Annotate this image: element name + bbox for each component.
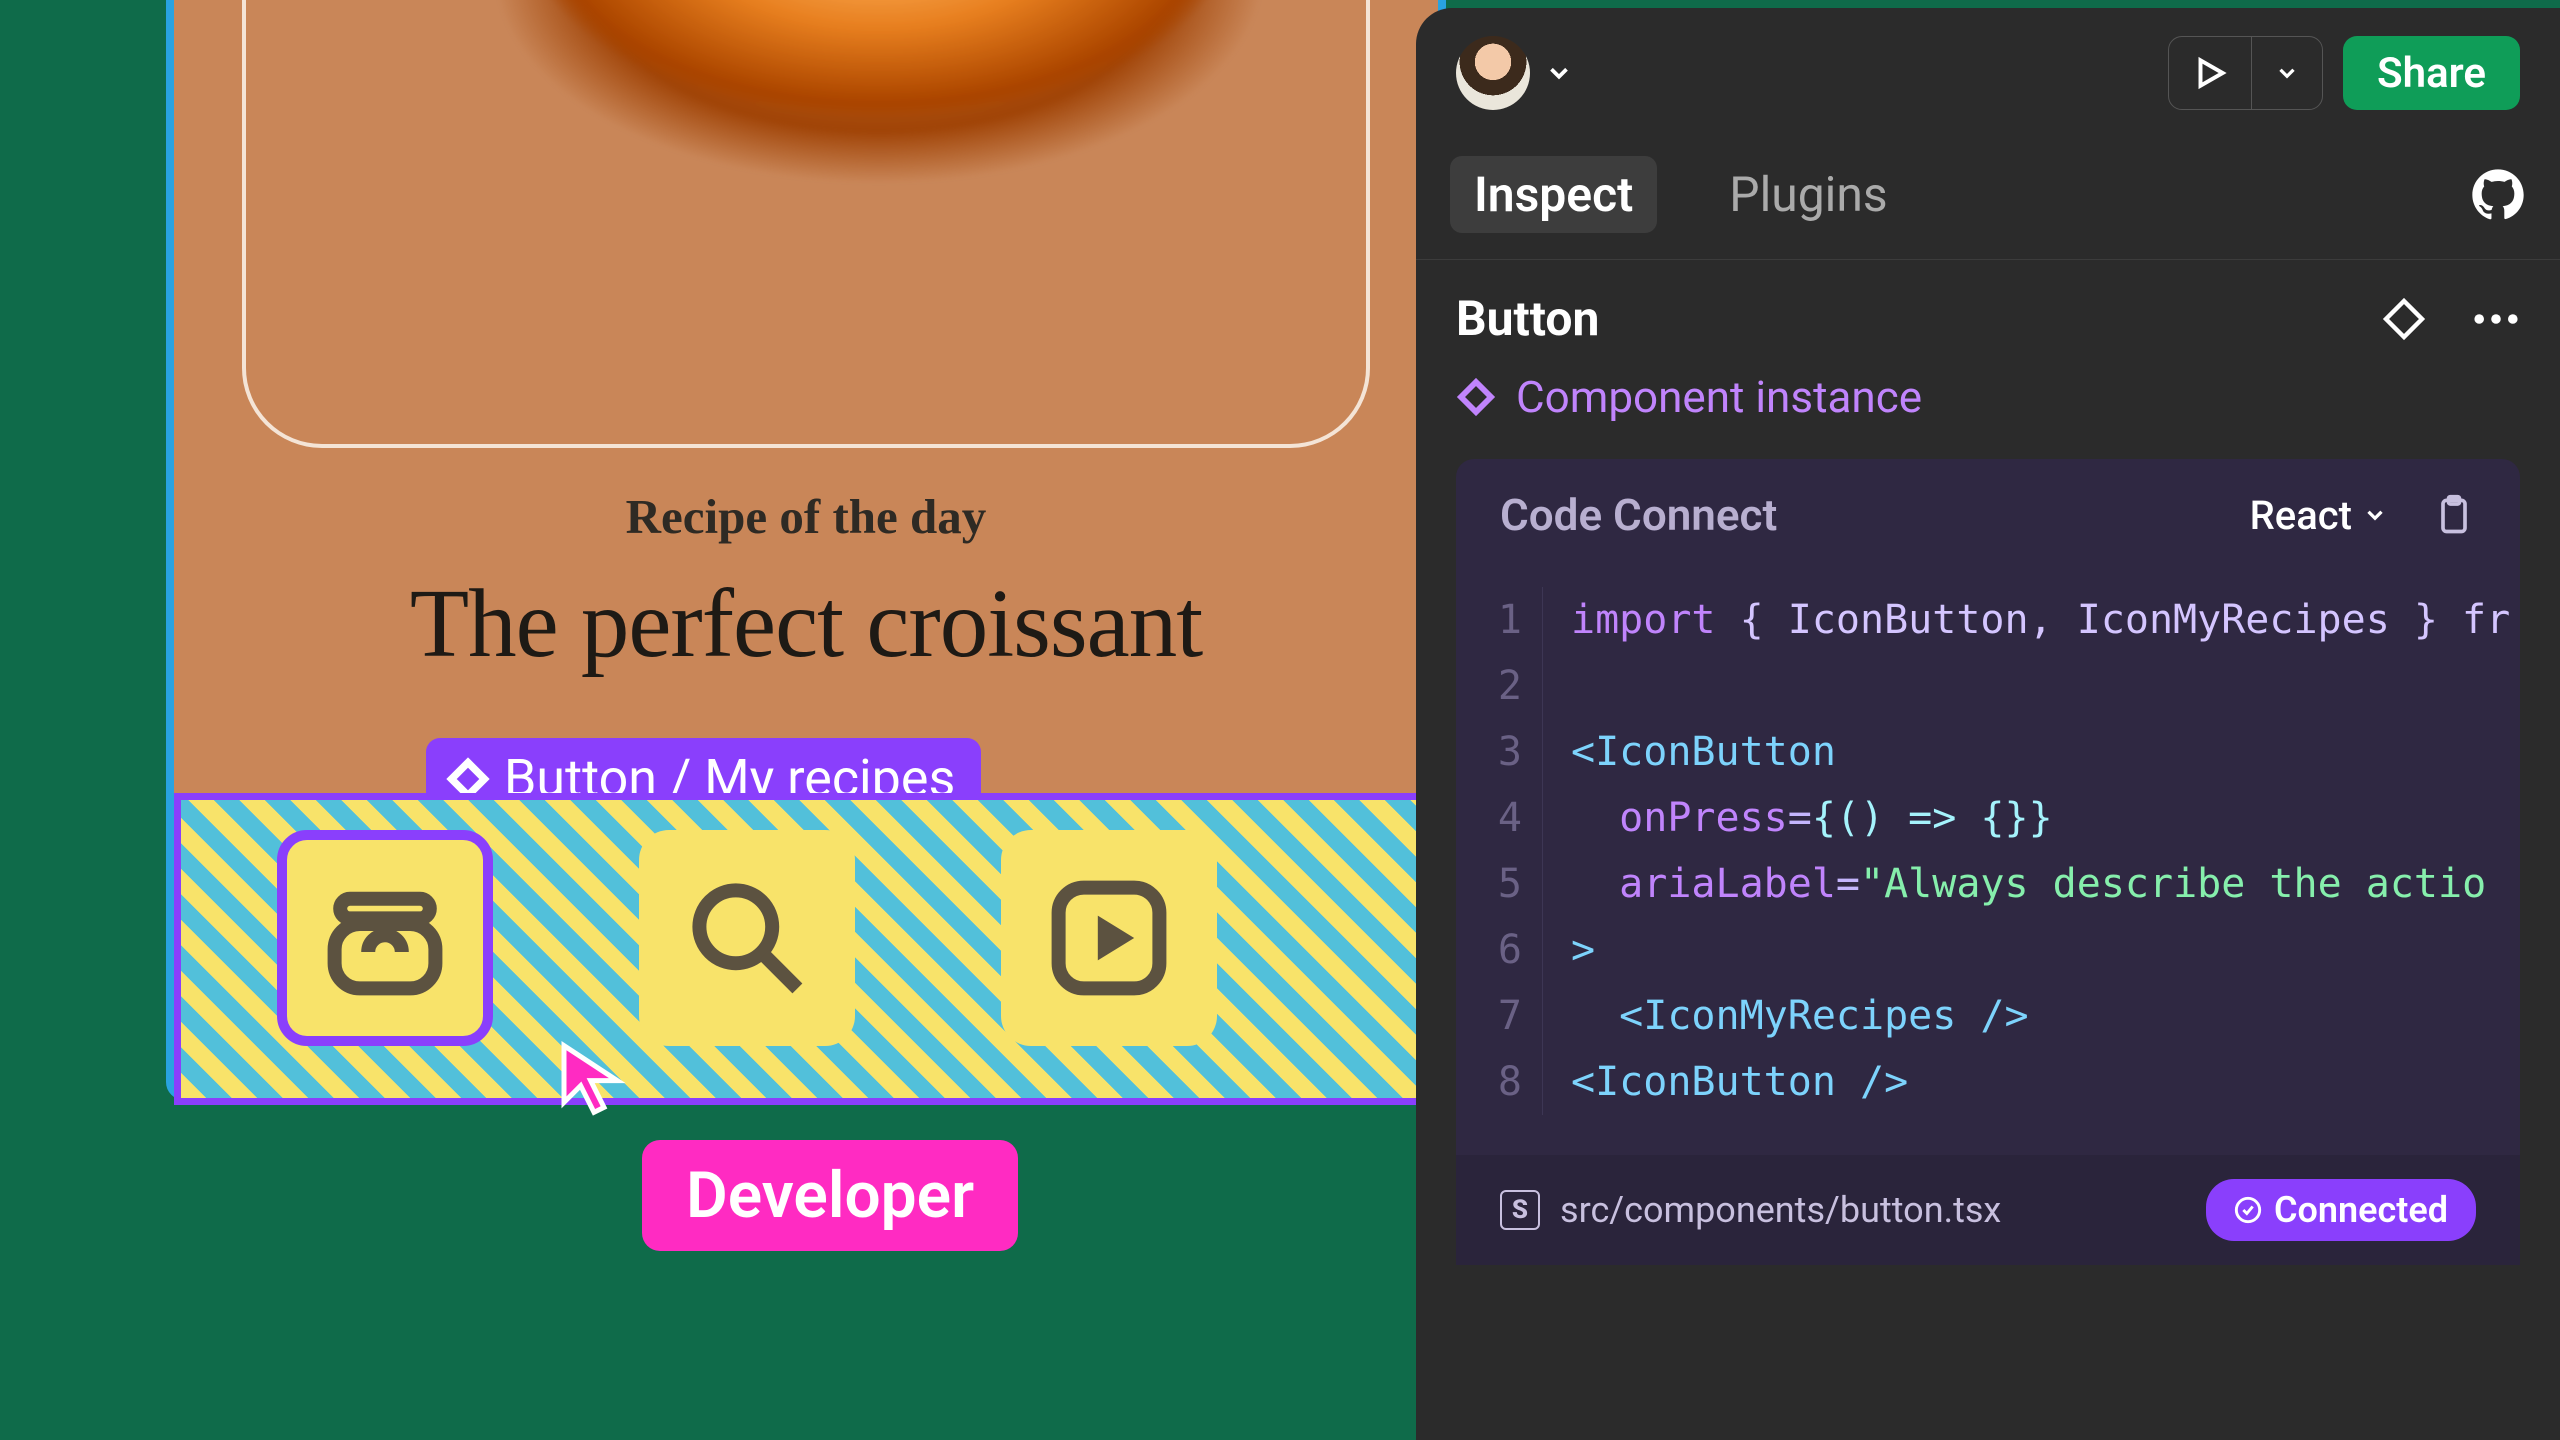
hero-card-border	[242, 0, 1370, 448]
github-icon[interactable]	[2470, 167, 2526, 223]
open-component-icon[interactable]	[2380, 295, 2428, 343]
connected-label: Connected	[2274, 1189, 2448, 1231]
more-icon[interactable]	[2472, 309, 2520, 329]
inspect-panel: Share Inspect Plugins Button Component i…	[1416, 8, 2560, 1440]
storybook-icon: S	[1500, 1190, 1540, 1230]
run-options-button[interactable]	[2251, 37, 2322, 109]
run-button-group	[2168, 36, 2323, 110]
nav-icons	[181, 830, 1217, 1046]
share-button[interactable]: Share	[2343, 36, 2520, 110]
play-outline-icon	[2191, 54, 2229, 92]
chevron-down-icon	[2362, 502, 2388, 528]
avatar[interactable]	[1456, 36, 1530, 110]
selected-nav-row[interactable]	[174, 793, 1444, 1105]
recipe-subtitle: Recipe of the day	[174, 488, 1438, 545]
nav-icon-search[interactable]	[639, 830, 855, 1046]
selection-cursor-icon	[554, 1039, 634, 1119]
code-file-path: src/components/button.tsx	[1560, 1189, 2001, 1231]
run-button[interactable]	[2169, 37, 2251, 109]
chevron-down-icon	[2274, 60, 2300, 86]
framework-select[interactable]: React	[2250, 492, 2388, 539]
recipe-title: The perfect croissant	[174, 568, 1438, 679]
search-icon	[677, 868, 817, 1008]
selection-section: Button	[1416, 260, 2560, 357]
framework-label: React	[2250, 492, 2352, 539]
component-diamond-icon	[1456, 377, 1496, 417]
code-body[interactable]: 1 2 3 4 5 6 7 8 import { IconButton, Ico…	[1456, 571, 2520, 1155]
panel-tabs: Inspect Plugins	[1416, 138, 2560, 260]
code-connect-card: Code Connect React 1 2 3 4 5 6 7 8 impor…	[1456, 459, 2520, 1265]
panel-toolbar: Share	[1416, 8, 2560, 138]
component-instance-label: Component instance	[1516, 371, 1922, 423]
clipboard-icon[interactable]	[2432, 493, 2476, 537]
selection-title: Button	[1456, 290, 1599, 347]
code-content: import { IconButton, IconMyRecipes } fr …	[1542, 587, 2520, 1115]
connected-badge: Connected	[2206, 1179, 2476, 1241]
share-button-label: Share	[2377, 49, 2486, 98]
nav-icon-recipes[interactable]	[277, 830, 493, 1046]
code-connect-title: Code Connect	[1500, 489, 1777, 541]
code-connect-footer: S src/components/button.tsx Connected	[1456, 1155, 2520, 1265]
developer-badge: Developer	[642, 1140, 1018, 1251]
component-instance-link[interactable]: Component instance	[1416, 357, 2560, 459]
line-numbers: 1 2 3 4 5 6 7 8	[1456, 587, 1542, 1115]
play-icon	[1039, 868, 1179, 1008]
code-connect-header: Code Connect React	[1456, 459, 2520, 571]
recipes-icon	[315, 868, 455, 1008]
tab-inspect[interactable]: Inspect	[1450, 156, 1657, 233]
chevron-down-icon[interactable]	[1544, 58, 1574, 88]
nav-icon-play[interactable]	[1001, 830, 1217, 1046]
check-circle-icon	[2234, 1196, 2262, 1224]
tab-plugins[interactable]: Plugins	[1705, 156, 1911, 233]
